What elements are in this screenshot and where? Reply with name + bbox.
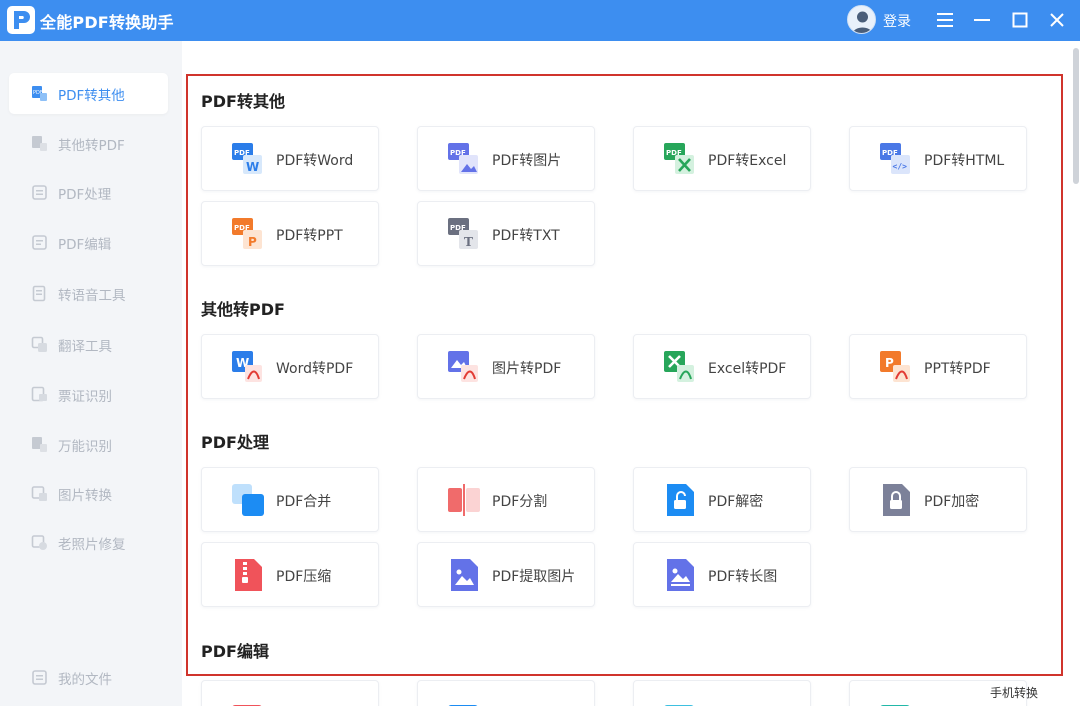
tool-card-partial[interactable] xyxy=(417,680,595,706)
sidebar-item-label: PDF处理 xyxy=(58,186,112,203)
title-bar: 全能PDF转换助手 登录 xyxy=(0,0,1080,41)
sidebar-item-pdf-to-other[interactable]: PDF PDF转其他 xyxy=(9,73,168,114)
mobile-convert-link[interactable]: 手机转换 xyxy=(990,684,1038,701)
pdf-encrypt-icon xyxy=(883,484,910,516)
pdf-compress-icon xyxy=(235,559,262,591)
tool-card-pdf-to-excel[interactable]: PDF PDF转Excel xyxy=(633,126,811,191)
sidebar-item-translate[interactable]: 翻译工具 xyxy=(9,324,168,365)
sidebar-item-other-to-pdf[interactable]: 其他转PDF xyxy=(9,123,168,164)
pdf-merge-icon xyxy=(232,484,264,516)
close-icon[interactable] xyxy=(1043,6,1071,34)
login-link[interactable]: 登录 xyxy=(883,11,911,31)
pdf-to-long-image-icon xyxy=(667,559,694,591)
tool-card-pdf-split[interactable]: PDF分割 xyxy=(417,467,595,532)
word-to-pdf-icon: W xyxy=(232,351,262,382)
image-to-pdf-icon xyxy=(448,351,478,382)
scrollbar[interactable] xyxy=(1073,48,1079,184)
photo-repair-icon xyxy=(31,534,48,551)
pdf-edit-icon xyxy=(31,234,48,251)
svg-text:W: W xyxy=(246,160,259,174)
sidebar-item-voice-tool[interactable]: 转语音工具 xyxy=(9,273,168,314)
voice-tool-icon xyxy=(31,285,48,302)
tool-card-pdf-to-ppt[interactable]: PDF P PDF转PPT xyxy=(201,201,379,266)
user-avatar[interactable] xyxy=(847,5,876,34)
sidebar-item-image-convert[interactable]: 图片转换 xyxy=(9,473,168,514)
tool-card-pdf-to-image[interactable]: PDF PDF转图片 xyxy=(417,126,595,191)
sidebar-item-label: PDF转其他 xyxy=(58,87,125,104)
sidebar-item-label: 票证识别 xyxy=(58,388,112,405)
sidebar-item-label: 图片转换 xyxy=(58,487,112,504)
app-logo-icon xyxy=(7,6,35,34)
sidebar-item-label: 我的文件 xyxy=(58,671,112,688)
sidebar-item-pdf-edit[interactable]: PDF编辑 xyxy=(9,222,168,263)
pdf-to-html-icon: PDF </> xyxy=(880,143,910,174)
sidebar-item-label: 翻译工具 xyxy=(58,338,112,355)
tool-card-word-to-pdf[interactable]: W Word转PDF xyxy=(201,334,379,399)
maximize-icon[interactable] xyxy=(1006,6,1034,34)
tool-card-partial[interactable] xyxy=(201,680,379,706)
svg-text:P: P xyxy=(885,356,894,370)
pdf-to-txt-icon: PDF T xyxy=(448,218,478,249)
sidebar-item-photo-repair[interactable]: 老照片修复 xyxy=(9,522,168,563)
svg-text:T: T xyxy=(464,235,473,249)
pdf-decrypt-icon xyxy=(667,484,694,516)
section-title-pdf-to-other: PDF转其他 xyxy=(201,92,285,111)
svg-text:P: P xyxy=(248,235,257,249)
menu-icon[interactable] xyxy=(931,6,959,34)
pdf-edit-tool-icon xyxy=(448,705,478,706)
tool-card-pdf-to-txt[interactable]: PDF T PDF转TXT xyxy=(417,201,595,266)
pdf-convert-icon: PDF xyxy=(31,85,48,102)
sidebar-item-label: 老照片修复 xyxy=(58,536,126,553)
section-title-other-to-pdf: 其他转PDF xyxy=(201,300,285,319)
ppt-to-pdf-icon: P xyxy=(880,351,910,382)
to-pdf-icon xyxy=(31,135,48,152)
tool-card-pdf-to-html[interactable]: PDF </> PDF转HTML xyxy=(849,126,1027,191)
tool-card-pdf-to-word[interactable]: PDF W PDF转Word xyxy=(201,126,379,191)
pdf-to-image-icon: PDF xyxy=(448,143,478,174)
tool-card-partial[interactable] xyxy=(633,680,811,706)
pdf-extract-image-icon xyxy=(451,559,478,591)
sidebar-item-universal-ocr[interactable]: 万能识别 xyxy=(9,424,168,465)
section-title-pdf-process: PDF处理 xyxy=(201,433,269,452)
sidebar-item-label: 万能识别 xyxy=(58,438,112,455)
sidebar-item-pdf-process[interactable]: PDF处理 xyxy=(9,172,168,213)
pdf-process-icon xyxy=(31,184,48,201)
minimize-icon[interactable] xyxy=(968,6,996,34)
ticket-ocr-icon xyxy=(31,386,48,403)
app-title: 全能PDF转换助手 xyxy=(40,13,174,32)
tool-card-ppt-to-pdf[interactable]: P PPT转PDF xyxy=(849,334,1027,399)
sidebar-item-my-files[interactable]: 我的文件 xyxy=(9,657,168,698)
tool-card-excel-to-pdf[interactable]: Excel转PDF xyxy=(633,334,811,399)
pdf-to-word-icon: PDF W xyxy=(232,143,262,174)
pdf-read-icon xyxy=(232,705,262,706)
section-title-pdf-edit: PDF编辑 xyxy=(201,642,269,661)
sidebar-item-ticket-ocr[interactable]: 票证识别 xyxy=(9,374,168,415)
image-convert-icon xyxy=(31,485,48,502)
tool-card-pdf-encrypt[interactable]: PDF加密 xyxy=(849,467,1027,532)
pdf-split-icon xyxy=(448,484,480,516)
pdf-to-ppt-icon: PDF P xyxy=(232,218,262,249)
my-files-icon xyxy=(31,669,48,686)
pdf-rotate-icon xyxy=(664,705,694,706)
sidebar-item-label: PDF编辑 xyxy=(58,236,112,253)
sidebar: PDF PDF转其他 其他转PDF PDF处理 PDF编辑 转语音工具 翻译工具 xyxy=(0,41,182,706)
universal-ocr-icon xyxy=(31,436,48,453)
tool-card-pdf-to-long-image[interactable]: PDF转长图 xyxy=(633,542,811,607)
pdf-add-page-icon xyxy=(880,705,910,706)
tool-card-pdf-decrypt[interactable]: PDF解密 xyxy=(633,467,811,532)
tool-card-pdf-extract-image[interactable]: PDF提取图片 xyxy=(417,542,595,607)
svg-text:</>: </> xyxy=(893,162,908,171)
pdf-to-excel-icon: PDF xyxy=(664,143,694,174)
tool-card-pdf-compress[interactable]: PDF压缩 xyxy=(201,542,379,607)
excel-to-pdf-icon xyxy=(664,351,694,382)
sidebar-item-label: 其他转PDF xyxy=(58,137,125,154)
sidebar-item-label: 转语音工具 xyxy=(58,287,126,304)
tool-card-image-to-pdf[interactable]: 图片转PDF xyxy=(417,334,595,399)
tool-card-pdf-merge[interactable]: PDF合并 xyxy=(201,467,379,532)
translate-icon xyxy=(31,336,48,353)
